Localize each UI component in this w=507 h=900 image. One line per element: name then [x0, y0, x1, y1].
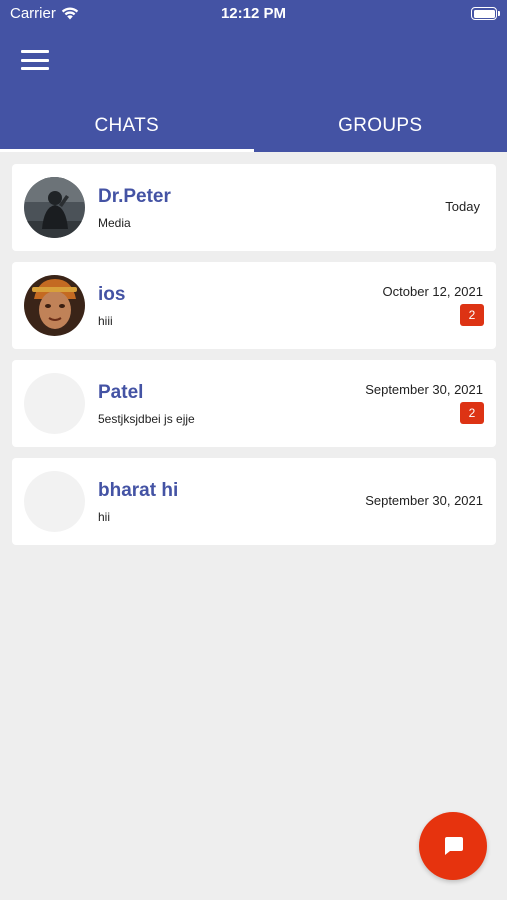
- tab-chats[interactable]: CHATS: [0, 100, 254, 152]
- unread-count-badge: 2: [460, 402, 484, 424]
- chat-last-message: hiii: [98, 314, 113, 328]
- hamburger-menu-icon[interactable]: [21, 50, 49, 70]
- unread-count-badge: 2: [460, 304, 484, 326]
- new-chat-button[interactable]: [419, 812, 487, 880]
- chat-date: September 30, 2021: [365, 493, 483, 508]
- battery-icon: [471, 7, 500, 20]
- chat-name: Patel: [98, 382, 144, 403]
- status-bar: Carrier 12:12 PM: [0, 0, 507, 28]
- chat-name: ios: [98, 284, 126, 305]
- tab-chats-label: CHATS: [94, 115, 159, 136]
- chat-last-message: hii: [98, 510, 111, 524]
- chat-date: October 12, 2021: [382, 284, 483, 299]
- chat-date: September 30, 2021: [365, 382, 483, 397]
- chat-item-patel[interactable]: Patel 5estjksjdbei js ejje September 30,…: [12, 360, 496, 447]
- avatar: [24, 471, 85, 532]
- tab-groups-label: GROUPS: [338, 115, 423, 136]
- tab-groups[interactable]: GROUPS: [254, 100, 507, 152]
- chat-item-dr-peter[interactable]: Dr.Peter Media Today: [12, 164, 496, 251]
- chat-last-message: 5estjksjdbei js ejje: [98, 412, 195, 426]
- tab-bar: CHATS GROUPS: [0, 100, 507, 152]
- chat-item-bharat-hi[interactable]: bharat hi hii September 30, 2021: [12, 458, 496, 545]
- chat-date: Today: [445, 199, 480, 214]
- app-header: Carrier 12:12 PM CHATS GROUPS: [0, 0, 507, 152]
- avatar: [24, 373, 85, 434]
- avatar: [24, 177, 85, 238]
- chat-bubble-icon: [445, 837, 463, 855]
- chat-last-message: Media: [98, 216, 131, 230]
- chat-item-ios[interactable]: ios hiii October 12, 2021 2: [12, 262, 496, 349]
- status-time: 12:12 PM: [220, 5, 287, 22]
- avatar: [24, 275, 85, 336]
- chat-list: Dr.Peter Media Today ios hiii October 12…: [12, 164, 496, 556]
- chat-name: bharat hi: [98, 480, 179, 501]
- chat-name: Dr.Peter: [98, 186, 171, 207]
